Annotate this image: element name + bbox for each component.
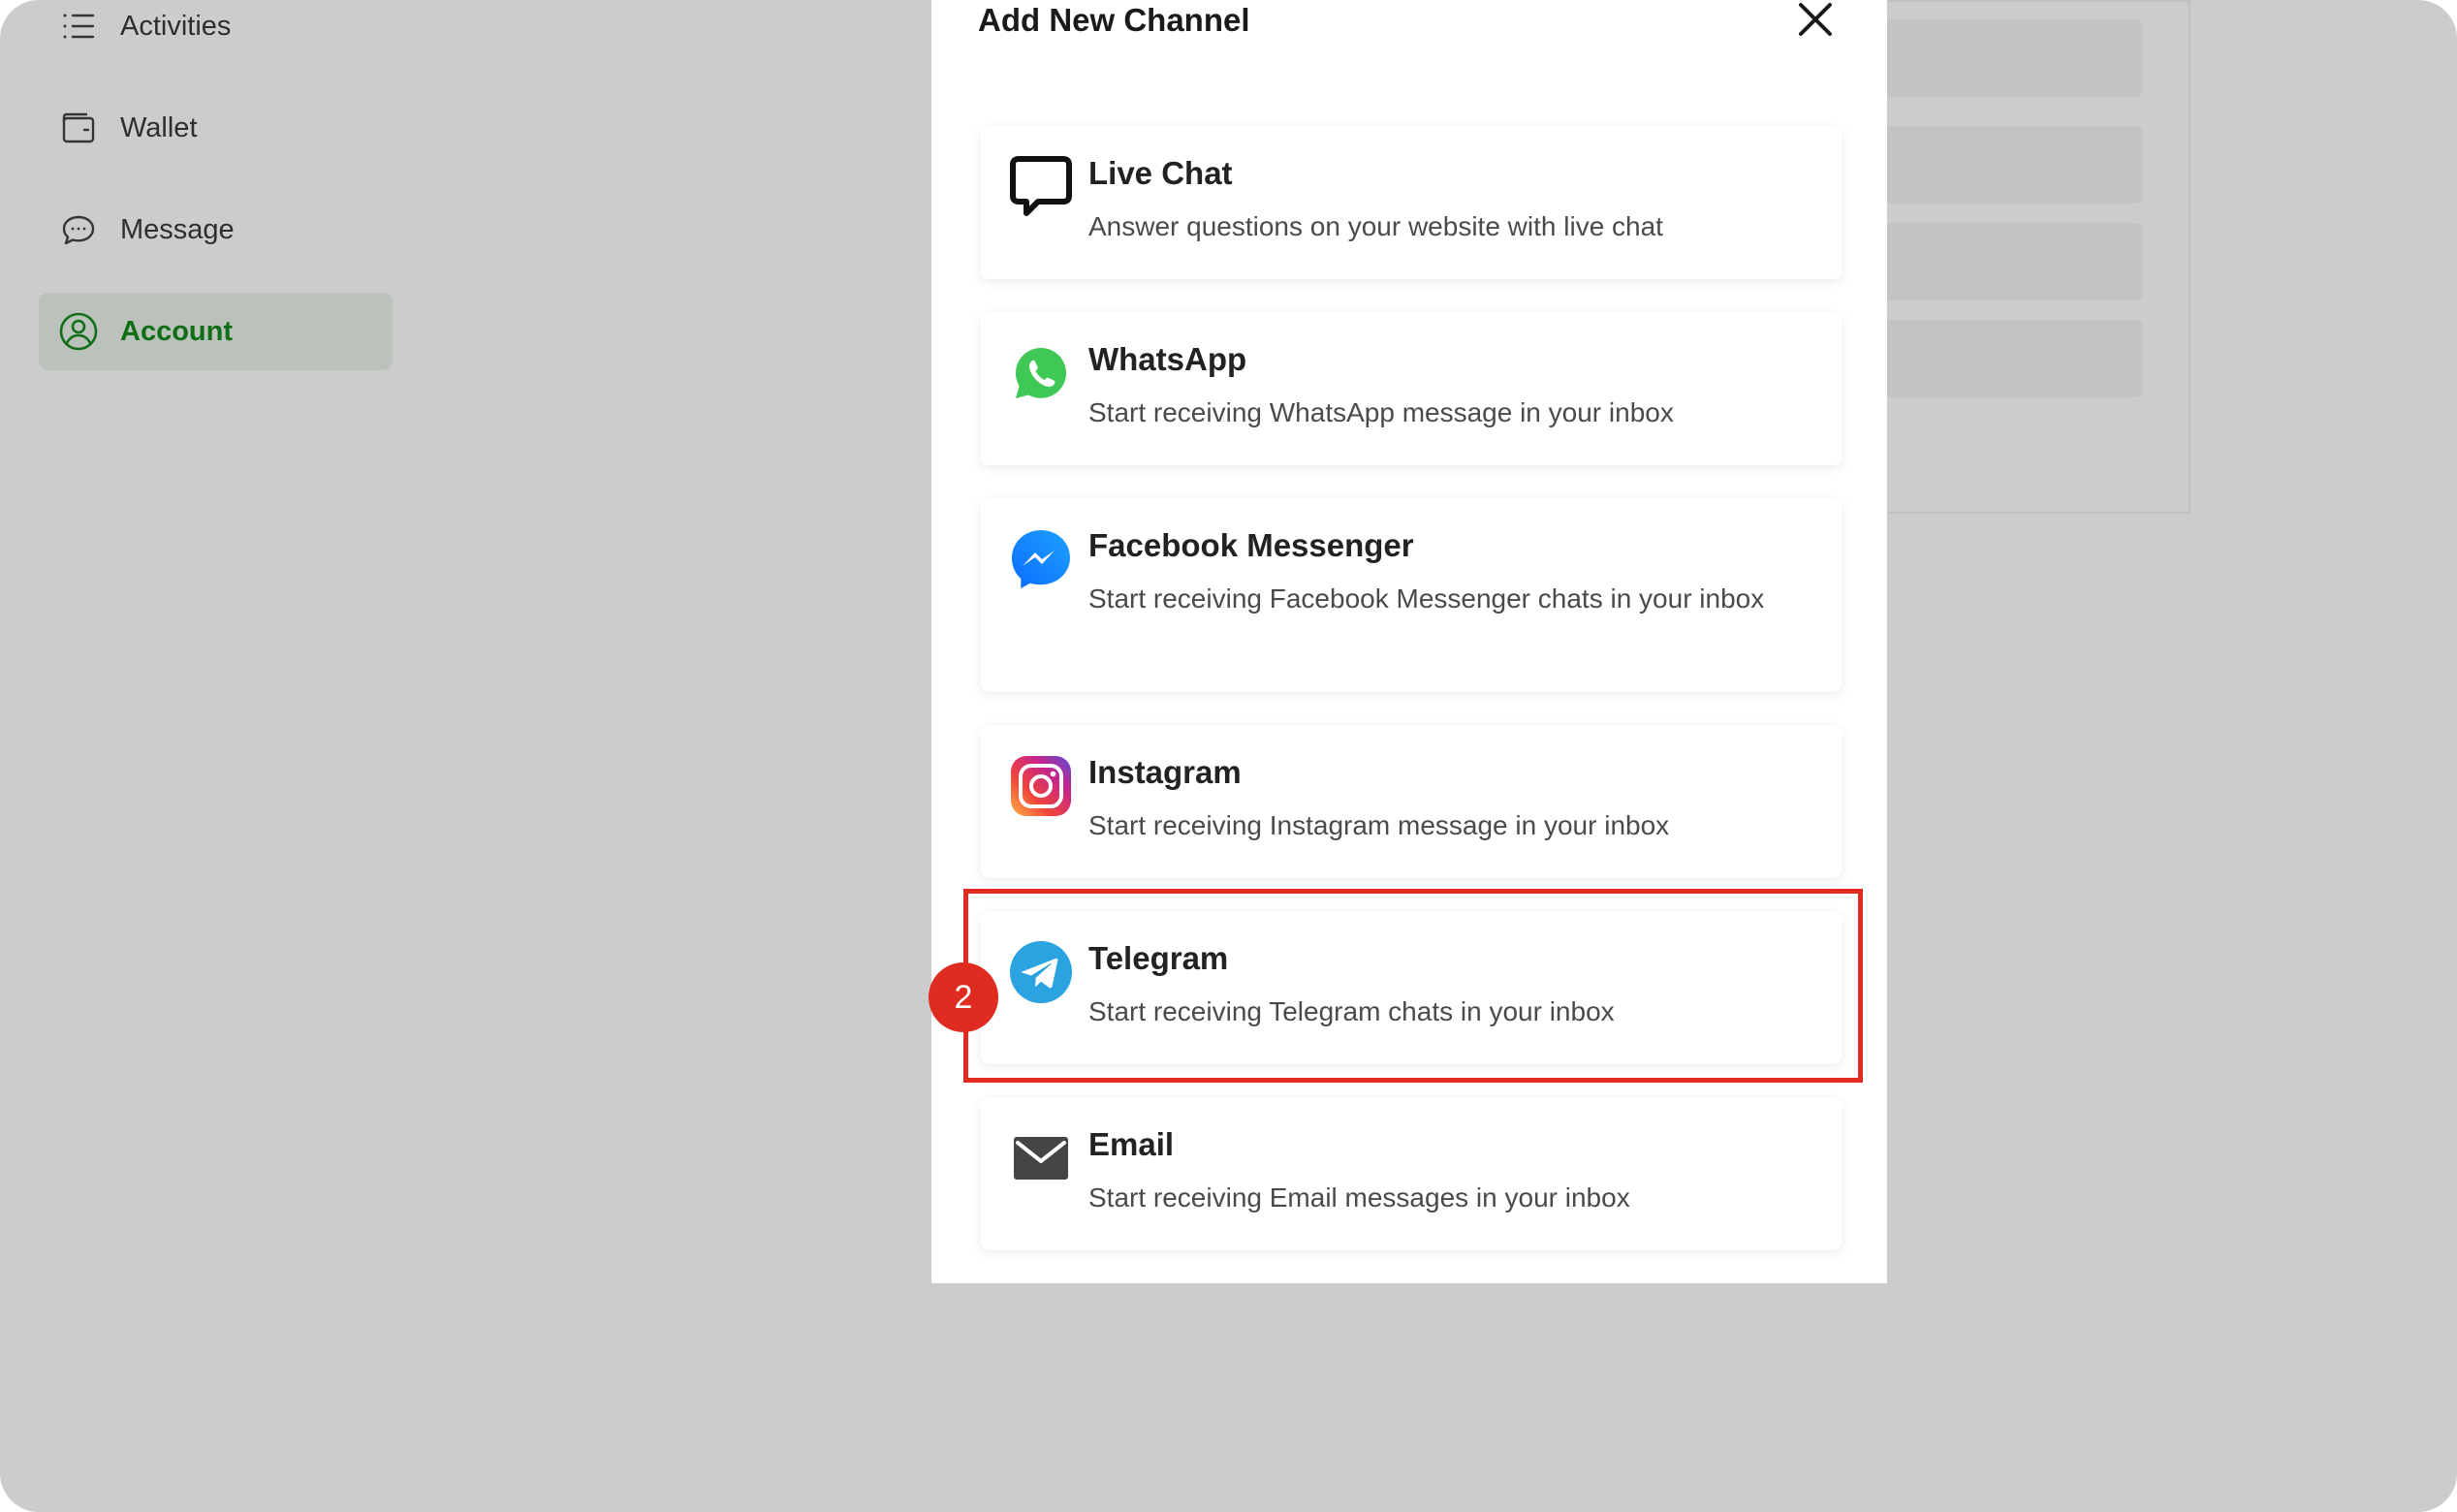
whatsapp-icon bbox=[1009, 341, 1073, 405]
channel-card-instagram[interactable]: Instagram Start receiving Instagram mess… bbox=[980, 725, 1843, 878]
telegram-icon bbox=[1009, 940, 1073, 1004]
channel-description: Start receiving WhatsApp message in your… bbox=[1088, 397, 1674, 427]
instagram-icon bbox=[1009, 754, 1073, 818]
channel-description: Start receiving Facebook Messenger chats… bbox=[1088, 583, 1765, 614]
channel-name: Instagram bbox=[1088, 754, 1242, 790]
step-badge: 2 bbox=[929, 962, 998, 1032]
channel-card-email[interactable]: Email Start receiving Email messages in … bbox=[980, 1097, 1843, 1250]
channel-card-telegram[interactable]: Telegram Start receiving Telegram chats … bbox=[980, 911, 1843, 1064]
livechat-icon bbox=[1009, 155, 1073, 219]
app-screen: Activities Wallet Message Account Add Ne… bbox=[0, 0, 2457, 1512]
channel-card-live-chat[interactable]: Live Chat Answer questions on your websi… bbox=[980, 126, 1843, 279]
close-icon bbox=[1796, 0, 1835, 44]
channel-card-facebook-messenger[interactable]: Facebook Messenger Start receiving Faceb… bbox=[980, 498, 1843, 692]
channel-name: Telegram bbox=[1088, 940, 1229, 976]
channel-card-whatsapp[interactable]: WhatsApp Start receiving WhatsApp messag… bbox=[980, 312, 1843, 465]
channel-description: Start receiving Telegram chats in your i… bbox=[1088, 996, 1615, 1026]
email-icon bbox=[1009, 1126, 1073, 1190]
channel-name: Email bbox=[1088, 1126, 1175, 1162]
modal-title: Add New Channel bbox=[978, 2, 1250, 38]
channel-name: Facebook Messenger bbox=[1088, 527, 1414, 563]
channel-description: Start receiving Instagram message in you… bbox=[1088, 810, 1670, 840]
channel-description: Answer questions on your website with li… bbox=[1088, 211, 1663, 241]
close-button[interactable] bbox=[1794, 0, 1837, 43]
channel-name: Live Chat bbox=[1088, 155, 1233, 191]
messenger-icon bbox=[1009, 527, 1073, 591]
channel-description: Start receiving Email messages in your i… bbox=[1088, 1182, 1630, 1213]
add-channel-modal: Add New Channel Live Chat Answer questio… bbox=[931, 0, 1887, 1283]
channel-name: WhatsApp bbox=[1088, 341, 1247, 377]
